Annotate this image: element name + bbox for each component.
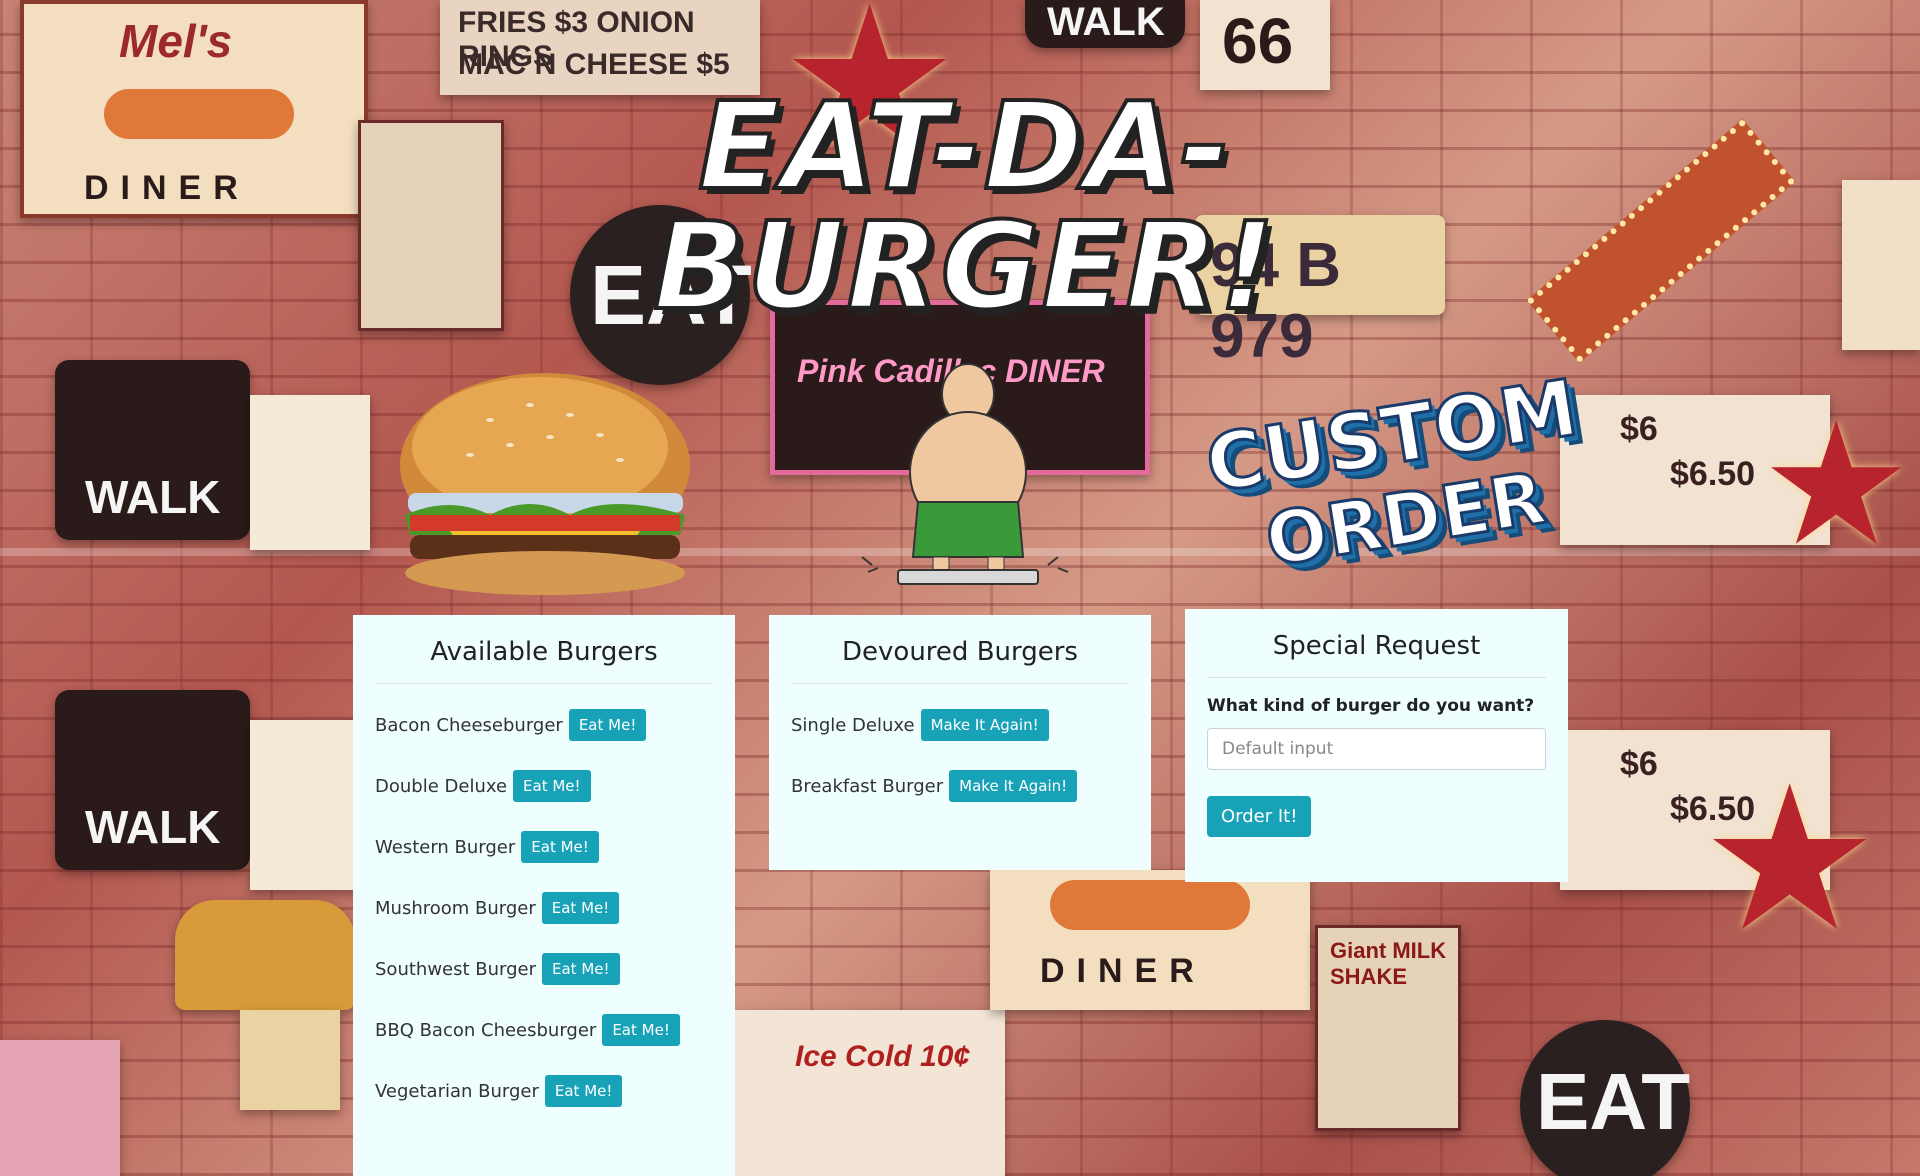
special-request-title: Special Request bbox=[1207, 609, 1546, 678]
mels-diner-sign: Mel's DINER bbox=[20, 0, 368, 218]
list-item: Mushroom Burger Eat Me! bbox=[375, 891, 713, 925]
eat-me-button[interactable]: Eat Me! bbox=[513, 770, 591, 802]
burger-name: BBQ Bacon Cheesburger bbox=[375, 1019, 597, 1041]
diner-sign-bottom: DINER bbox=[990, 870, 1310, 1010]
route-66-top: 66 bbox=[1200, 0, 1330, 90]
custom-order-graphic: CUSTOM ORDER bbox=[1195, 362, 1585, 588]
burger-request-label: What kind of burger do you want? bbox=[1207, 696, 1535, 716]
list-item: BBQ Bacon Cheesburger Eat Me! bbox=[375, 1013, 713, 1047]
eat-me-button[interactable]: Eat Me! bbox=[568, 709, 647, 741]
make-it-again-button[interactable]: Make It Again! bbox=[949, 770, 1078, 802]
special-request-form: What kind of burger do you want? Order I… bbox=[1207, 696, 1546, 837]
milkshake-sign-bottom: Giant MILK SHAKE bbox=[1315, 925, 1461, 1131]
marquee-star-right: ★ bbox=[1760, 386, 1913, 584]
marquee-star-bottom: ★ bbox=[1700, 743, 1880, 976]
devoured-burgers-list: Single Deluxe Make It Again! Breakfast B… bbox=[791, 708, 1129, 803]
burger-name: Bacon Cheeseburger bbox=[375, 714, 563, 736]
marquee-arrow bbox=[1526, 118, 1796, 364]
list-item: Western Burger Eat Me! bbox=[375, 830, 713, 864]
burger-name: Vegetarian Burger bbox=[375, 1080, 539, 1102]
eat-me-button[interactable]: Eat Me! bbox=[541, 892, 620, 924]
eat-me-button[interactable]: Eat Me! bbox=[542, 953, 620, 985]
eat-me-button[interactable]: Eat Me! bbox=[544, 1075, 623, 1107]
list-item: Single Deluxe Make It Again! bbox=[791, 708, 1129, 742]
burger-image bbox=[400, 373, 690, 595]
taxi-graphic bbox=[175, 900, 355, 1010]
license-plate-bottom-left bbox=[240, 1010, 340, 1110]
burger-name: Mushroom Burger bbox=[375, 897, 536, 919]
man-on-scale-image bbox=[861, 363, 1069, 585]
cadillac-sign-bottom-left bbox=[0, 1040, 120, 1176]
eat-round-sign-bottom: EAT bbox=[1520, 1020, 1690, 1176]
ice-cold-sign-right bbox=[1842, 180, 1920, 350]
burger-name: Southwest Burger bbox=[375, 958, 537, 980]
list-item: Vegetarian Burger Eat Me! bbox=[375, 1074, 713, 1108]
page-title: EAT-DA-BURGER! bbox=[652, 78, 1277, 337]
make-it-again-button[interactable]: Make It Again! bbox=[920, 709, 1049, 741]
kansas-66-sign-bottom bbox=[250, 720, 360, 890]
order-it-button[interactable]: Order It! bbox=[1207, 796, 1312, 837]
available-burgers-panel: Available Burgers Bacon Cheeseburger Eat… bbox=[353, 615, 735, 1176]
available-burgers-title: Available Burgers bbox=[375, 615, 713, 684]
kansas-66-sign-top bbox=[250, 395, 370, 550]
list-item: Bacon Cheeseburger Eat Me! bbox=[375, 708, 713, 742]
eat-me-button[interactable]: Eat Me! bbox=[602, 1014, 680, 1046]
list-item: Double Deluxe Eat Me! bbox=[375, 769, 713, 803]
devoured-burgers-panel: Devoured Burgers Single Deluxe Make It A… bbox=[769, 615, 1151, 870]
list-item: Breakfast Burger Make It Again! bbox=[791, 769, 1129, 803]
dont-walk-sign-top: WALK bbox=[55, 360, 250, 540]
available-burgers-list: Bacon Cheeseburger Eat Me! Double Deluxe… bbox=[375, 708, 713, 1108]
burger-name: Western Burger bbox=[375, 836, 516, 858]
special-request-panel: Special Request What kind of burger do y… bbox=[1185, 609, 1568, 882]
list-item: Southwest Burger Eat Me! bbox=[375, 952, 713, 986]
devoured-burgers-title: Devoured Burgers bbox=[791, 615, 1129, 684]
burger-name: Double Deluxe bbox=[375, 775, 508, 797]
dont-walk-sign-bottom: WALK bbox=[55, 690, 250, 870]
burger-request-input[interactable] bbox=[1207, 728, 1546, 770]
eat-me-button[interactable]: Eat Me! bbox=[521, 831, 599, 863]
ice-cold-sign-bottom: Ice Cold 10¢ bbox=[735, 1010, 1005, 1176]
walk-sign-top: WALK bbox=[1025, 0, 1185, 48]
burger-name: Single Deluxe bbox=[791, 714, 915, 736]
burger-name: Breakfast Burger bbox=[791, 775, 944, 797]
